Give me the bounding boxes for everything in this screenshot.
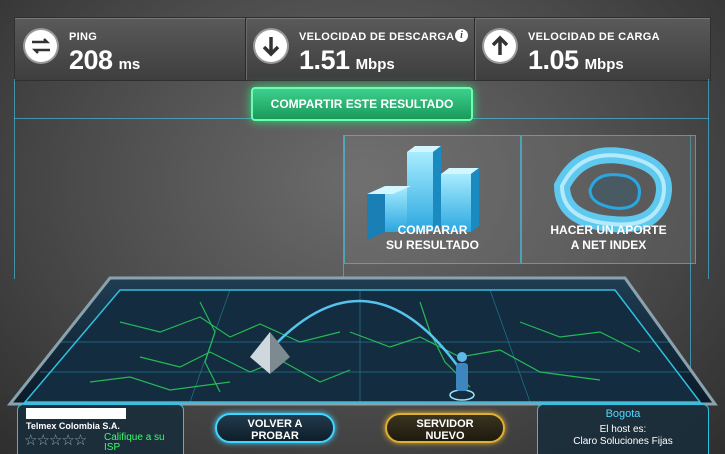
net-index-panel[interactable]: HACER UN APORTE A NET INDEX xyxy=(521,135,696,264)
ping-label: PING xyxy=(69,31,98,43)
isp-box: Telmex Colombia S.A. ☆☆☆☆☆ Califique a s… xyxy=(17,404,184,454)
ping-value: 208 ms xyxy=(69,45,141,75)
net-index-label: HACER UN APORTE A NET INDEX xyxy=(550,223,667,252)
upload-arrow-icon xyxy=(484,30,516,62)
host-label: El host es: xyxy=(599,424,647,435)
host-box: Bogota El host es: Claro Soluciones Fija… xyxy=(537,404,709,454)
speedtest-app: PING 208 ms VELOCIDAD DE DESCARGA 1.51 Mbp… xyxy=(0,0,725,454)
ip-address-redacted xyxy=(26,408,126,419)
new-server-button[interactable]: SERVIDOR NUEVO xyxy=(385,413,505,443)
ping-stat: PING 208 ms xyxy=(15,18,245,80)
frame-line xyxy=(14,79,15,279)
host-city: Bogota xyxy=(605,408,641,420)
rate-isp-link[interactable]: Califique a su ISP xyxy=(104,433,165,453)
info-icon[interactable]: i xyxy=(455,29,468,42)
results-bar: PING 208 ms VELOCIDAD DE DESCARGA 1.51 Mbp… xyxy=(14,17,711,81)
upload-stat: VELOCIDAD DE CARGA 1.05 Mbps xyxy=(474,18,710,80)
isp-name: Telmex Colombia S.A. xyxy=(26,421,120,431)
compare-label: COMPARAR SU RESULTADO xyxy=(386,223,479,252)
isp-rating-stars[interactable]: ☆☆☆☆☆ xyxy=(24,431,87,449)
ping-icon xyxy=(25,30,57,62)
upload-label: VELOCIDAD DE CARGA xyxy=(528,31,660,43)
download-value: 1.51 Mbps xyxy=(299,45,395,75)
retest-button[interactable]: VOLVER A PROBAR xyxy=(215,413,335,443)
frame-line xyxy=(708,79,709,279)
upload-value: 1.05 Mbps xyxy=(528,45,624,75)
share-result-button[interactable]: COMPARTIR ESTE RESULTADO xyxy=(251,87,473,121)
download-label: VELOCIDAD DE DESCARGA xyxy=(299,31,455,43)
host-name: Claro Soluciones Fijas xyxy=(573,436,673,447)
download-stat: VELOCIDAD DE DESCARGA 1.51 Mbps i xyxy=(245,18,474,80)
compare-result-panel[interactable]: COMPARAR SU RESULTADO xyxy=(344,135,521,264)
download-arrow-icon xyxy=(255,30,287,62)
